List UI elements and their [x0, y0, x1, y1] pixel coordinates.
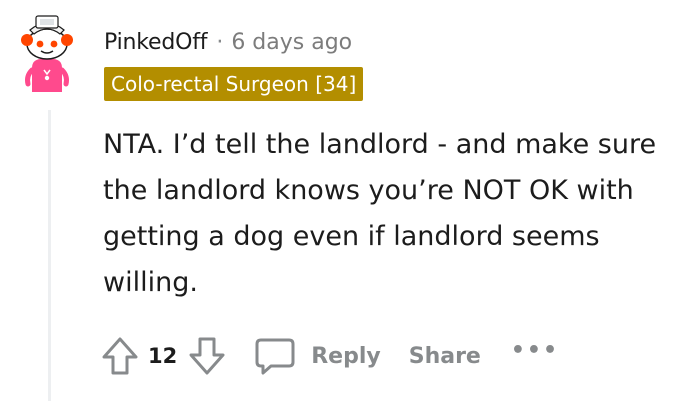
comment-body: NTA. I’d tell the landlord - and make su…	[103, 129, 657, 298]
upvote-button[interactable]	[100, 335, 140, 377]
comment-header: PinkedOff · 6 days ago	[104, 26, 352, 58]
speech-bubble-icon	[255, 338, 295, 375]
thread-line[interactable]	[48, 110, 51, 401]
snoo-avatar-icon	[21, 15, 73, 92]
vote-score: 12	[148, 344, 178, 368]
reply-label: Reply	[311, 343, 381, 369]
comment-actions: 12 Reply Share •••	[100, 334, 559, 378]
arrow-down-icon	[189, 337, 225, 375]
more-options-button[interactable]: •••	[511, 338, 559, 363]
user-flair: Colo-rectal Surgeon [34]	[104, 67, 364, 101]
arrow-up-icon	[102, 337, 138, 375]
timestamp[interactable]: 6 days ago	[231, 30, 352, 55]
meta-separator: ·	[216, 29, 224, 55]
reply-button[interactable]: Reply	[253, 336, 381, 376]
downvote-button[interactable]	[187, 335, 227, 377]
share-button[interactable]: Share	[409, 344, 481, 369]
username[interactable]: PinkedOff	[104, 30, 208, 55]
avatar[interactable]	[14, 12, 78, 92]
